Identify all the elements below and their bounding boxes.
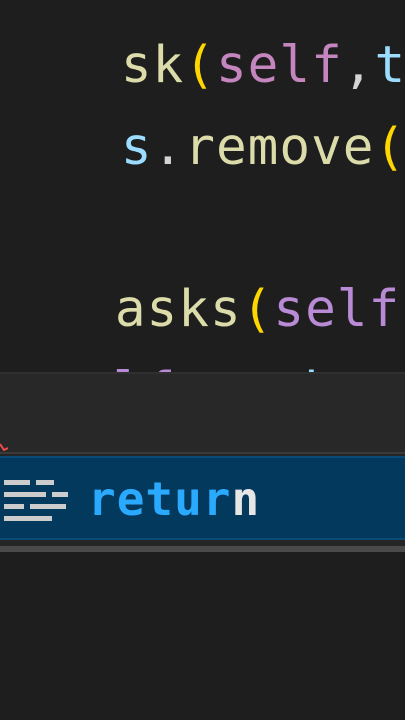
remove-method: remove — [184, 118, 375, 177]
keyword-icon — [4, 480, 68, 521]
suggest-label-rest: n — [231, 472, 261, 526]
code-line-for-tasks: lf.tasks: — [0, 302, 398, 421]
suggest-label-match: retur — [88, 472, 232, 526]
code-editor[interactable]: sk(self,task) s.remove(task asks(self): … — [0, 0, 405, 720]
close-paren: ) — [400, 280, 405, 339]
suggest-widget-border — [0, 546, 405, 552]
tasks-fragment: s — [120, 118, 153, 177]
suggest-label: return — [88, 467, 260, 531]
current-line-highlight[interactable] — [0, 372, 405, 456]
suggest-widget: return — [0, 452, 405, 552]
error-squiggle — [0, 443, 8, 452]
open-paren: ( — [374, 118, 405, 177]
code-line-remove: s.remove(task — [0, 58, 405, 177]
suggest-item-return[interactable]: return — [0, 456, 405, 540]
dot: . — [152, 118, 185, 177]
code-line-def-tasks: asks(self): — [0, 220, 405, 339]
code-line-add-task: sk(self,task) — [0, 0, 405, 95]
